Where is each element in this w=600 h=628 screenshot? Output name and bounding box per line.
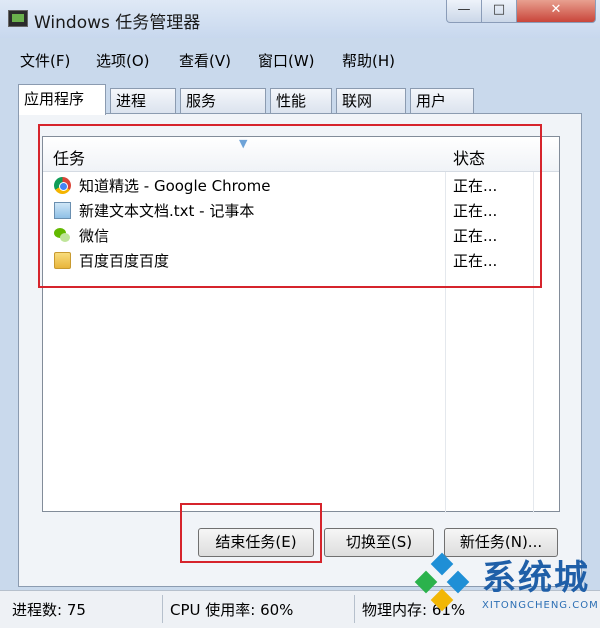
- cpu-usage: CPU 使用率: 60%: [170, 601, 294, 619]
- tab-strip: 应用程序 进程 服务 性能 联网 用户: [18, 84, 578, 115]
- status-divider: [354, 595, 355, 623]
- task-status: 正在...: [453, 177, 498, 195]
- menu-help[interactable]: 帮助(H): [342, 50, 395, 71]
- menu-view[interactable]: 查看(V): [179, 50, 231, 71]
- window-title: Windows 任务管理器: [34, 13, 201, 33]
- task-status: 正在...: [453, 227, 498, 245]
- menu-options[interactable]: 选项(O): [96, 50, 150, 71]
- task-name: 微信: [79, 227, 110, 245]
- column-header-task[interactable]: 任务: [53, 145, 85, 169]
- chrome-icon: [54, 177, 71, 194]
- status-divider: [162, 595, 163, 623]
- watermark-brand: 系统城: [482, 558, 590, 598]
- table-row[interactable]: 百度百度百度 正在...: [43, 248, 559, 273]
- menu-file[interactable]: 文件(F): [20, 50, 70, 71]
- task-name: 新建文本文档.txt - 记事本: [79, 202, 255, 220]
- maximize-button[interactable]: □: [481, 0, 517, 23]
- task-name: 百度百度百度: [79, 252, 170, 270]
- tab-users[interactable]: 用户: [410, 88, 474, 113]
- title-bar[interactable]: Windows 任务管理器 — □ ✕: [0, 0, 600, 38]
- task-status: 正在...: [453, 202, 498, 220]
- menu-bar: 文件(F) 选项(O) 查看(V) 窗口(W) 帮助(H): [0, 44, 600, 72]
- table-row[interactable]: 新建文本文档.txt - 记事本 正在...: [43, 198, 559, 223]
- process-count: 进程数: 75: [12, 601, 86, 619]
- menu-window[interactable]: 窗口(W): [258, 50, 315, 71]
- minimize-button[interactable]: —: [446, 0, 482, 23]
- notepad-icon: [54, 202, 71, 219]
- close-button[interactable]: ✕: [516, 0, 596, 23]
- tab-services[interactable]: 服务: [180, 88, 266, 113]
- watermark-logo-icon: [414, 552, 470, 612]
- task-manager-icon: [8, 10, 28, 27]
- sort-arrow-icon: ▼: [239, 137, 248, 150]
- task-name: 知道精选 - Google Chrome: [79, 177, 271, 195]
- column-header-status[interactable]: 状态: [453, 145, 485, 169]
- task-status: 正在...: [453, 252, 498, 270]
- tab-processes[interactable]: 进程: [110, 88, 176, 113]
- tab-networking[interactable]: 联网: [336, 88, 406, 113]
- tab-applications[interactable]: 应用程序: [18, 84, 106, 115]
- wechat-icon: [54, 227, 71, 244]
- watermark-site: XITONGCHENG.COM: [482, 600, 599, 611]
- watermark: 系统城 XITONGCHENG.COM: [410, 548, 600, 627]
- table-row[interactable]: 知道精选 - Google Chrome 正在...: [43, 173, 559, 198]
- end-task-button[interactable]: 结束任务(E): [198, 528, 314, 557]
- table-row[interactable]: 微信 正在...: [43, 223, 559, 248]
- list-header: ▼ 任务 状态: [43, 137, 559, 172]
- folder-icon: [54, 252, 71, 269]
- task-list[interactable]: ▼ 任务 状态 知道精选 - Google Chrome 正在... 新建文本文…: [42, 136, 560, 513]
- tab-performance[interactable]: 性能: [270, 88, 332, 113]
